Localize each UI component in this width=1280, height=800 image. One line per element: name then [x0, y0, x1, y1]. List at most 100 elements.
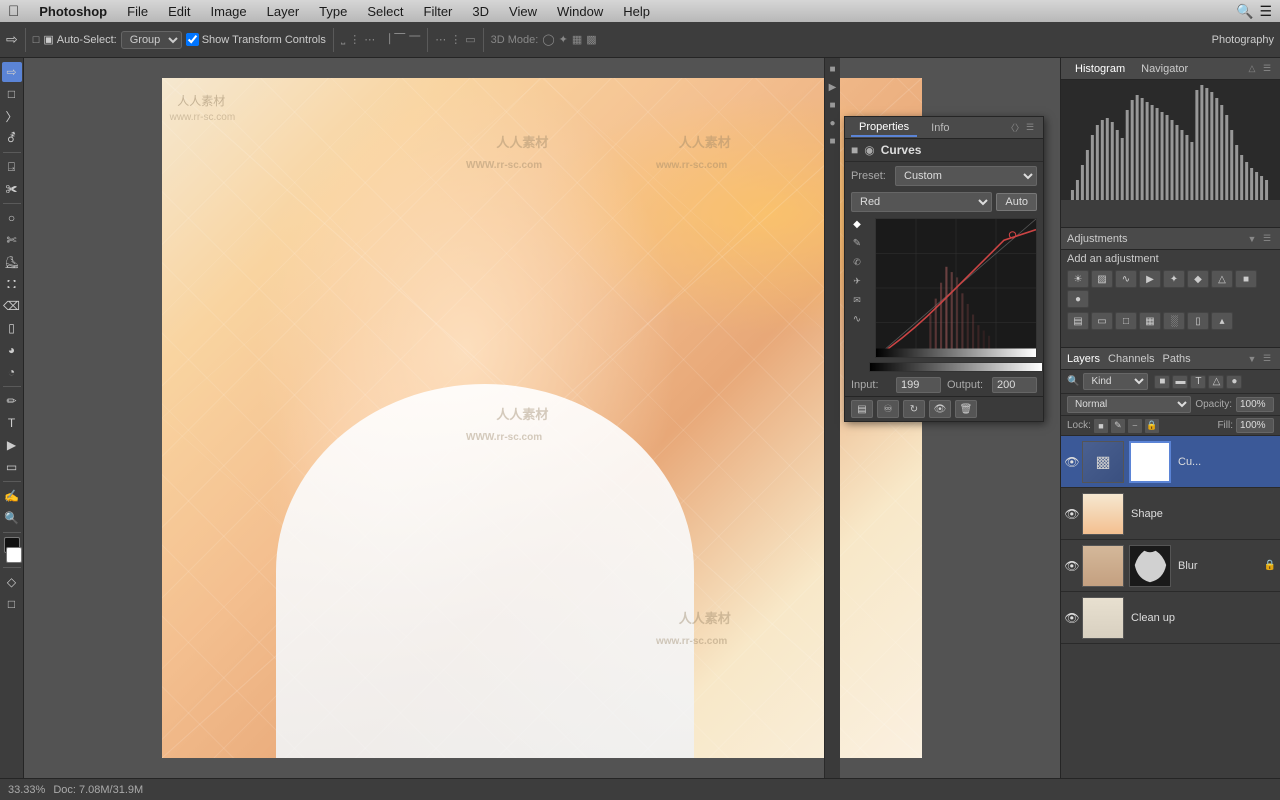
lock-position-icon[interactable]: ⎯ [1128, 419, 1142, 433]
adj-hsl-icon[interactable]: ◆ [1187, 270, 1209, 288]
lock-image-icon[interactable]: ✎ [1111, 419, 1125, 433]
panel-btn-reset[interactable]: ↻ [903, 400, 925, 418]
side-icon-3[interactable]: ■ [826, 98, 840, 112]
zoom-tool[interactable]: 🔍 [2, 508, 22, 528]
menu-layer[interactable]: Layer [259, 4, 308, 19]
layers-expand-icon[interactable]: ▼ [1245, 352, 1259, 366]
paths-tab[interactable]: Paths [1163, 353, 1191, 365]
curves-pen-tool[interactable]: ✎ [849, 235, 865, 251]
auto-select-dropdown[interactable]: Group Layer [121, 31, 182, 49]
menu-filter[interactable]: Filter [416, 4, 461, 19]
filter-adjust-icon[interactable]: ▬ [1172, 375, 1188, 389]
align-icon-4[interactable]: ⎹ [379, 33, 390, 46]
filter-type-icon[interactable]: T [1190, 375, 1206, 389]
blend-mode-dropdown[interactable]: Normal Multiply Screen Overlay [1067, 396, 1191, 413]
info-tab[interactable]: Info [923, 120, 957, 136]
histogram-menu-icon[interactable]: ☰ [1260, 62, 1274, 76]
curves-eyedropper-gray[interactable]: ✈ [849, 273, 865, 289]
adj-exposure-icon[interactable]: ▶ [1139, 270, 1161, 288]
curves-mask-icon[interactable]: ■ [851, 143, 858, 157]
panel-btn-delete[interactable]: 🗑 [955, 400, 977, 418]
move-tool-icon[interactable]: ⇨ [6, 31, 18, 48]
adj-threshold-icon[interactable]: ░ [1163, 312, 1185, 330]
filter-pixel-icon[interactable]: ■ [1154, 375, 1170, 389]
output-value[interactable] [992, 377, 1037, 393]
panel-btn-link[interactable]: ♾ [877, 400, 899, 418]
navigator-tab[interactable]: Navigator [1133, 63, 1196, 75]
menu-edit[interactable]: Edit [160, 4, 198, 19]
show-transform-checkbox[interactable] [186, 33, 199, 46]
menu-help[interactable]: Help [615, 4, 658, 19]
eraser-tool[interactable]: ⌫ [2, 296, 22, 316]
adj-colorbalance-icon[interactable]: △ [1211, 270, 1233, 288]
menu-options-icon[interactable]: ☰ [1259, 3, 1272, 20]
move-tool[interactable]: ⇨ [2, 62, 22, 82]
path-select-tool[interactable]: ▶ [2, 435, 22, 455]
preset-dropdown[interactable]: Custom Default Strong Contrast Linear Co… [895, 166, 1037, 186]
workspace-btn[interactable]: Photography [1212, 34, 1274, 46]
layer-item-curves[interactable]: 👁 ▩ Cu... [1061, 436, 1280, 488]
hand-tool[interactable]: ✍ [2, 486, 22, 506]
layer-eye-curves[interactable]: 👁 [1065, 455, 1079, 469]
3d-icon-2[interactable]: ✦ [559, 33, 568, 46]
layer-eye-cleanup[interactable]: 👁 [1065, 611, 1079, 625]
layer-eye-blur[interactable]: 👁 [1065, 559, 1079, 573]
background-color[interactable] [6, 547, 22, 563]
adj-expand-icon[interactable]: ▼ [1245, 232, 1259, 246]
kind-dropdown[interactable]: Kind [1083, 373, 1148, 390]
adj-photofilter-icon[interactable]: ● [1067, 290, 1089, 308]
text-tool[interactable]: T [2, 413, 22, 433]
adj-vibrance-icon[interactable]: ✦ [1163, 270, 1185, 288]
channels-tab[interactable]: Channels [1108, 353, 1154, 365]
side-icon-2[interactable]: ▶ [826, 80, 840, 94]
adj-curves-icon[interactable]: ∿ [1115, 270, 1137, 288]
auto-button[interactable]: Auto [996, 193, 1037, 211]
auto-select-checkbox[interactable]: ▣ [43, 33, 53, 46]
adj-levels-icon[interactable]: ▨ [1091, 270, 1113, 288]
filter-smart-icon[interactable]: ● [1226, 375, 1242, 389]
crop-tool[interactable]: ⍈ [2, 157, 22, 177]
layer-item-shape[interactable]: 👁 Shape [1061, 488, 1280, 540]
brush-tool[interactable]: ✄ [2, 230, 22, 250]
curves-target-icon[interactable]: ◉ [864, 143, 874, 157]
menu-photoshop[interactable]: Photoshop [31, 4, 115, 19]
curves-point-tool[interactable]: ◆ [849, 216, 865, 232]
distribute-icon-2[interactable]: ⋮ [450, 33, 461, 46]
shape-tool[interactable]: ▭ [2, 457, 22, 477]
properties-tab[interactable]: Properties [851, 119, 917, 137]
panel-btn-eye[interactable]: 👁 [929, 400, 951, 418]
curves-eyedropper-white[interactable]: ✉ [849, 292, 865, 308]
transform-icon-1[interactable]: □ [33, 34, 40, 46]
menu-select[interactable]: Select [359, 4, 411, 19]
curves-smooth[interactable]: ∿ [849, 311, 865, 327]
align-icon-6[interactable]: ⎻ [409, 33, 420, 46]
layer-item-blur[interactable]: 👁 Blur 🔒 [1061, 540, 1280, 592]
apple-logo-icon[interactable]:  [8, 3, 19, 20]
input-value[interactable] [896, 377, 941, 393]
adj-gradient-icon[interactable]: ▯ [1187, 312, 1209, 330]
layers-menu-icon[interactable]: ☰ [1260, 352, 1274, 366]
blur-tool[interactable]: ◕ [2, 340, 22, 360]
channel-dropdown[interactable]: Red Green Blue RGB [851, 192, 992, 212]
menu-type[interactable]: Type [311, 4, 355, 19]
histogram-warning-icon[interactable]: △ [1245, 62, 1259, 76]
align-icon-1[interactable]: ⎵ [341, 33, 345, 46]
curves-eyedropper-black[interactable]: ✆ [849, 254, 865, 270]
dodge-tool[interactable]: ◔ [2, 362, 22, 382]
adj-menu-icon[interactable]: ☰ [1260, 232, 1274, 246]
adj-channelmixer-icon[interactable]: ▤ [1067, 312, 1089, 330]
lock-transparent-icon[interactable]: ■ [1094, 419, 1108, 433]
magic-wand-tool[interactable]: ⚦ [2, 128, 22, 148]
pen-tool[interactable]: ✏ [2, 391, 22, 411]
menu-3d[interactable]: 3D [464, 4, 497, 19]
stamp-tool[interactable]: ⛸ [2, 252, 22, 272]
3d-icon-4[interactable]: ▩ [586, 33, 596, 46]
filter-shape-icon[interactable]: △ [1208, 375, 1224, 389]
3d-icon-1[interactable]: ◯ [542, 33, 554, 46]
side-icon-4[interactable]: ● [826, 116, 840, 130]
menu-image[interactable]: Image [203, 4, 255, 19]
menu-file[interactable]: File [119, 4, 156, 19]
3d-icon-3[interactable]: ▦ [572, 33, 582, 46]
healing-brush-tool[interactable]: ○ [2, 208, 22, 228]
layers-tab[interactable]: Layers [1067, 353, 1100, 365]
